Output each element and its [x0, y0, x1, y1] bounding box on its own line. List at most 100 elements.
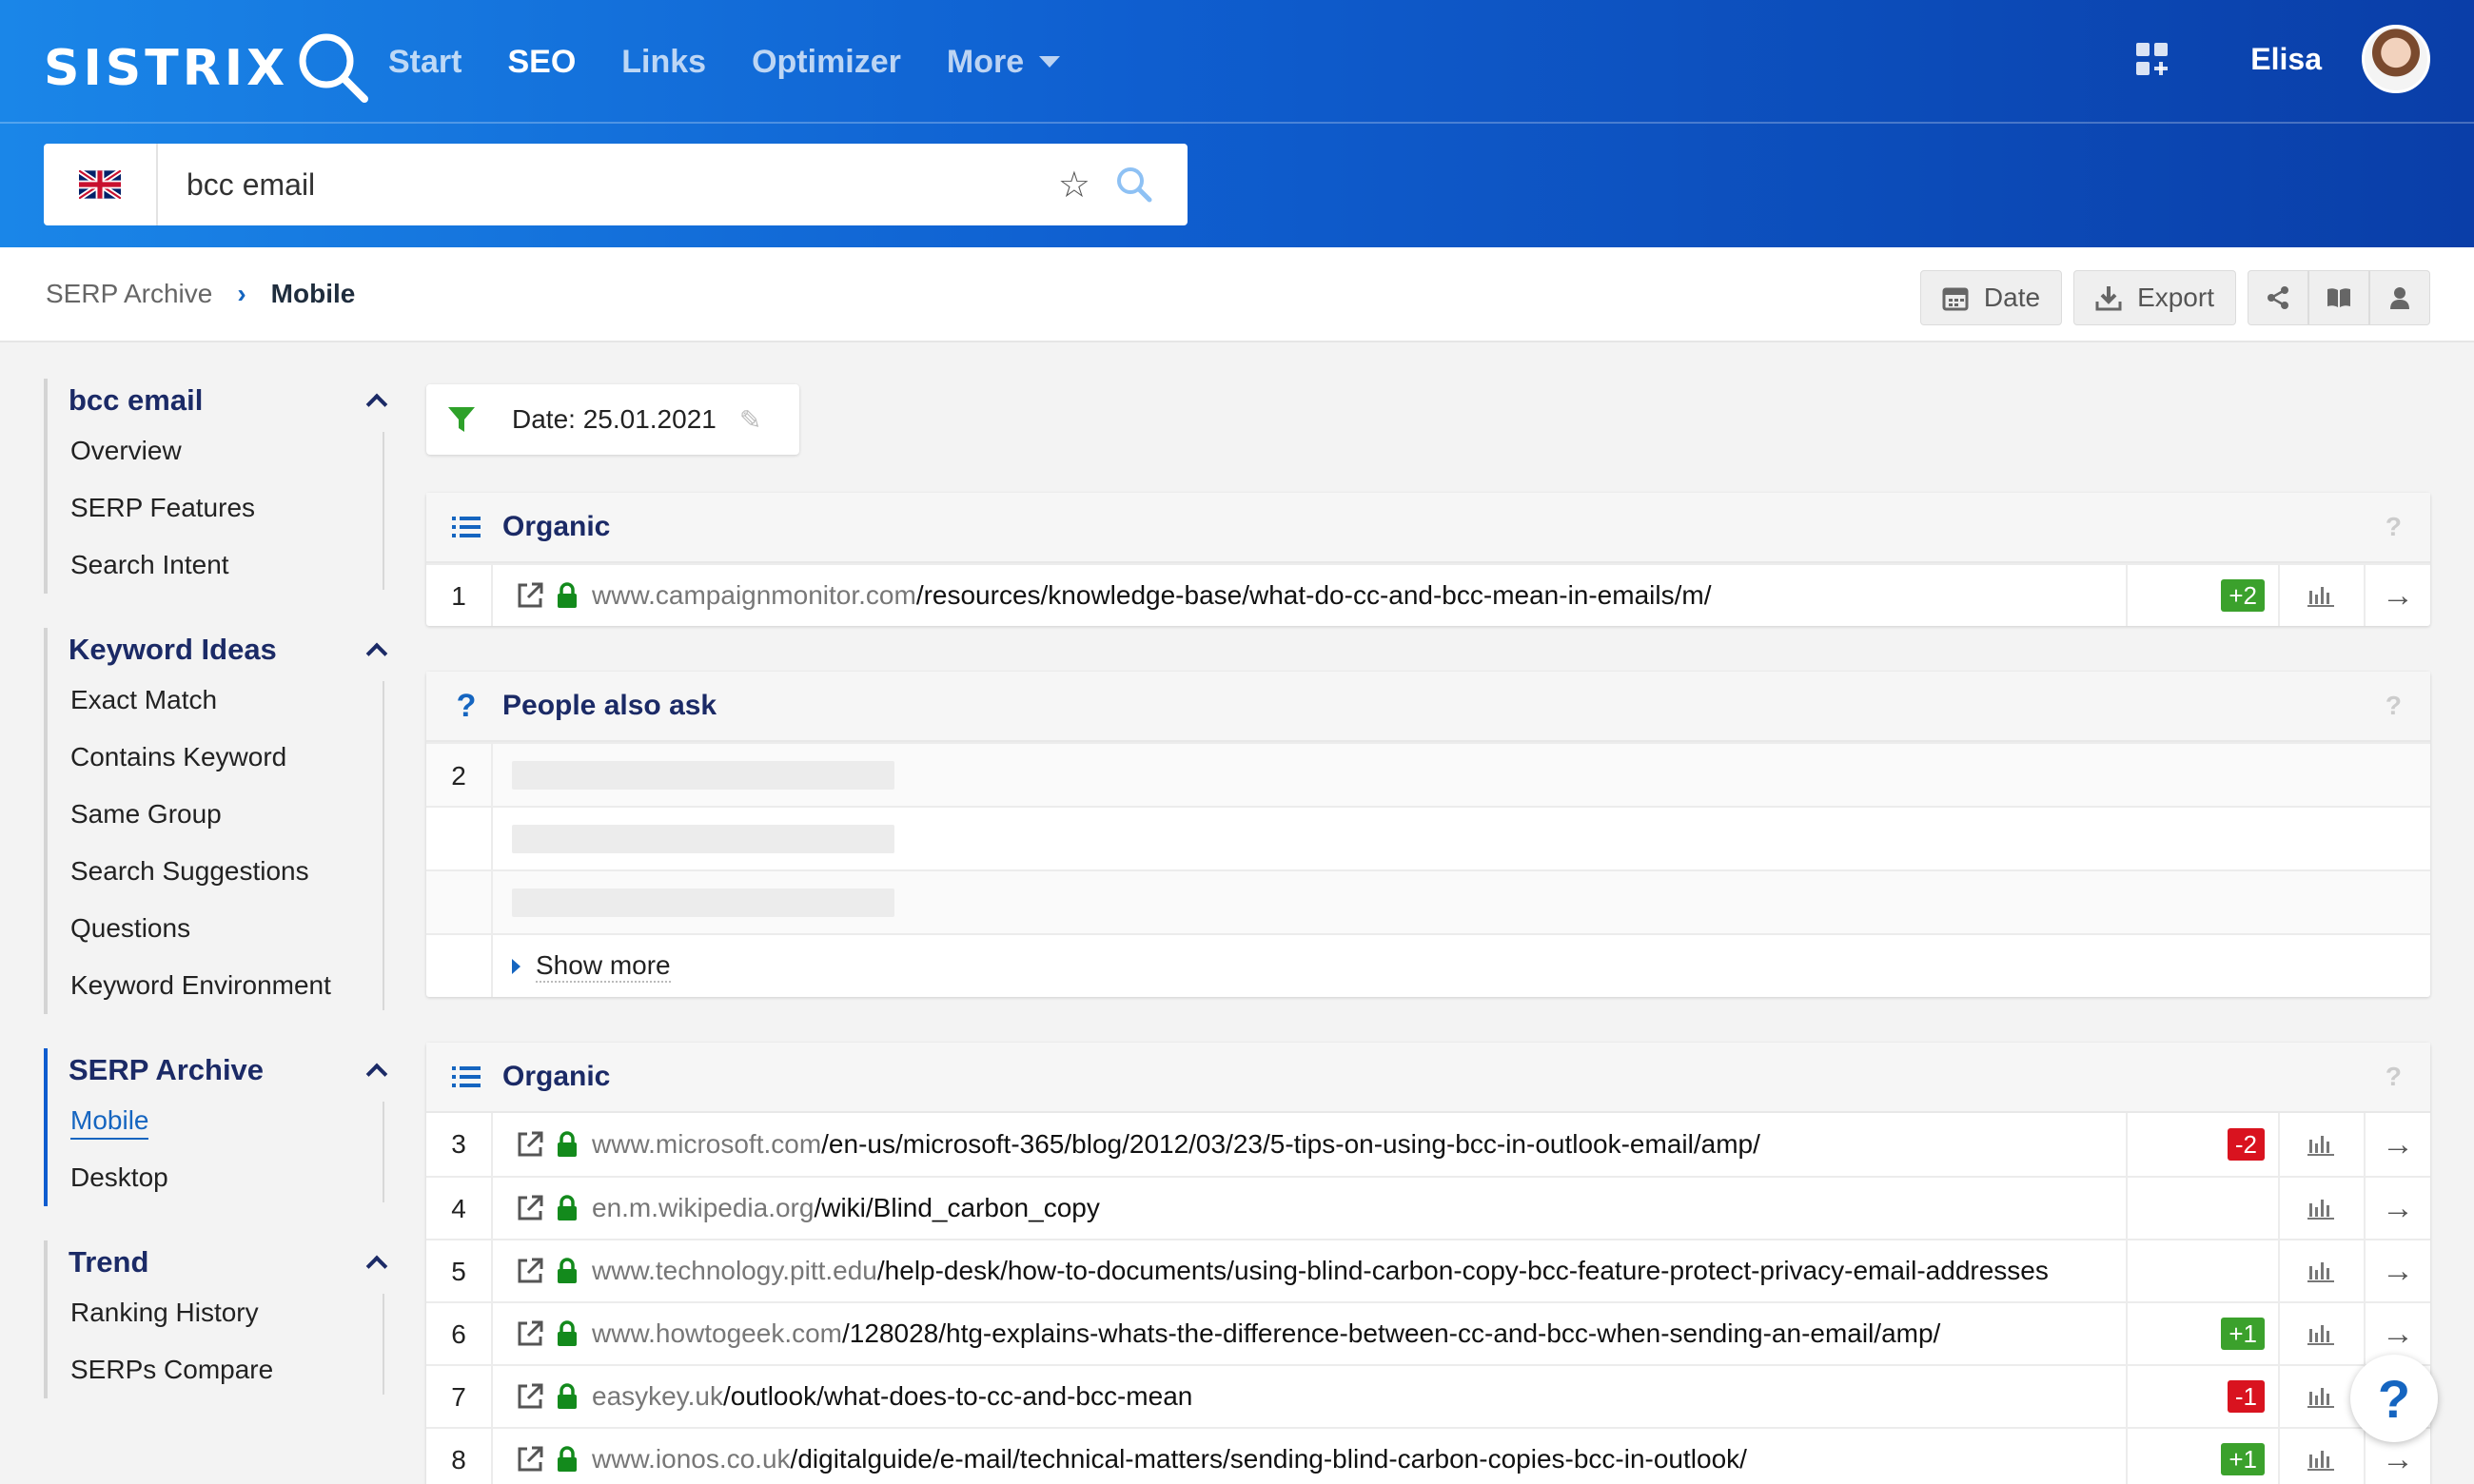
sidebar-group-header[interactable]: SERP Archive	[48, 1048, 392, 1092]
arrow-right-icon[interactable]: →	[2364, 565, 2430, 626]
bar-chart-icon[interactable]	[2278, 1303, 2364, 1364]
result-url[interactable]: en.m.wikipedia.org/wiki/Blind_carbon_cop…	[592, 1193, 1100, 1223]
support-button[interactable]	[2369, 270, 2430, 325]
sidebar-item-search-intent[interactable]: Search Intent	[48, 537, 392, 594]
nav-seo[interactable]: SEO	[507, 38, 576, 86]
sidebar-item-serp-features[interactable]: SERP Features	[48, 479, 392, 537]
panel-title: Organic	[502, 1061, 611, 1092]
docs-button[interactable]	[2308, 270, 2369, 325]
lock-icon	[556, 1131, 579, 1158]
sidebar-item-serps-compare[interactable]: SERPs Compare	[48, 1341, 392, 1398]
result-path: /resources/knowledge-base/what-do-cc-and…	[915, 580, 1712, 610]
arrow-right-icon[interactable]: →	[2364, 1178, 2430, 1239]
paa-question[interactable]: 2	[426, 742, 2430, 806]
export-button[interactable]: Export	[2073, 270, 2236, 325]
paa-question[interactable]	[426, 806, 2430, 869]
country-selector[interactable]	[44, 144, 158, 225]
result-url[interactable]: easykey.uk/outlook/what-does-to-cc-and-b…	[592, 1381, 1192, 1412]
panel-title: Organic	[502, 511, 611, 542]
change-cell: -1	[2126, 1366, 2278, 1427]
bar-chart-icon[interactable]	[2278, 1240, 2364, 1301]
arrow-right-icon[interactable]: →	[2364, 1240, 2430, 1301]
sistrix-logo[interactable]: SISTRIX	[44, 27, 374, 110]
result-url[interactable]: www.ionos.co.uk/digitalguide/e-mail/tech…	[592, 1444, 1747, 1474]
sidebar-item-exact-match[interactable]: Exact Match	[48, 672, 392, 729]
external-link-icon[interactable]	[516, 1130, 544, 1159]
search-icon[interactable]	[1115, 166, 1153, 204]
sidebar-group-header[interactable]: Trend	[48, 1240, 392, 1284]
share-button[interactable]	[2248, 270, 2308, 325]
help-icon[interactable]: ?	[2386, 691, 2402, 721]
show-more-button[interactable]: Show more	[512, 950, 671, 983]
panel-header: ? People also ask ?	[426, 672, 2430, 742]
date-filter-label: Date: 25.01.2021	[512, 404, 717, 434]
external-link-icon[interactable]	[516, 1382, 544, 1411]
organic-panel-2: Organic ? 3 www.microsoft.com/en-us/micro…	[426, 1043, 2430, 1484]
table-row: 6 www.howtogeek.com/128028/htg-explains-w…	[426, 1301, 2430, 1364]
result-url[interactable]: www.campaignmonitor.com/resources/knowle…	[592, 580, 1711, 611]
paa-question[interactable]	[426, 869, 2430, 933]
arrow-right-icon[interactable]: →	[2364, 1113, 2430, 1176]
result-host: www.microsoft.com	[592, 1129, 822, 1159]
sidebar-item-ranking-history[interactable]: Ranking History	[48, 1284, 392, 1341]
result-host: www.howtogeek.com	[592, 1318, 843, 1348]
sidebar-item-contains-keyword[interactable]: Contains Keyword	[48, 729, 392, 786]
nav-start[interactable]: Start	[388, 38, 461, 86]
sidebar-item-same-group[interactable]: Same Group	[48, 786, 392, 843]
user-name[interactable]: Elisa	[2250, 42, 2322, 77]
nav-links[interactable]: Links	[621, 38, 706, 86]
sidebar-item-desktop[interactable]: Desktop	[48, 1149, 392, 1206]
result-url[interactable]: www.microsoft.com/en-us/microsoft-365/bl…	[592, 1129, 1760, 1160]
position: 1	[426, 565, 493, 626]
sidebar-item-keyword-environment[interactable]: Keyword Environment	[48, 957, 392, 1014]
date-button[interactable]: Date	[1919, 270, 2063, 325]
lock-icon	[556, 1195, 579, 1221]
apps-grid-icon[interactable]	[2136, 43, 2169, 75]
sidebar-group-title: Keyword Ideas	[69, 633, 277, 666]
external-link-icon[interactable]	[516, 1319, 544, 1348]
sidebar-item-questions[interactable]: Questions	[48, 900, 392, 957]
help-icon[interactable]: ?	[2386, 1062, 2402, 1092]
sidebar-group-header[interactable]: bcc email	[48, 379, 392, 422]
breadcrumb-current: Mobile	[270, 279, 356, 308]
external-link-icon[interactable]	[516, 1445, 544, 1474]
organic-panel-1: Organic ? 1 www.campaignmonitor.com/reso…	[426, 493, 2430, 626]
breadcrumb-parent[interactable]: SERP Archive	[46, 279, 212, 309]
position-blank	[426, 808, 493, 869]
external-link-icon[interactable]	[516, 581, 544, 610]
list-icon	[440, 515, 493, 539]
nav-optimizer[interactable]: Optimizer	[752, 38, 901, 86]
star-icon[interactable]: ☆	[1058, 164, 1090, 206]
help-icon[interactable]: ?	[2386, 512, 2402, 542]
bar-chart-icon[interactable]	[2278, 1429, 2364, 1484]
nav-more[interactable]: More	[947, 38, 1061, 86]
chevron-right-icon: ›	[237, 279, 246, 308]
result-host: www.ionos.co.uk	[592, 1444, 791, 1474]
external-link-icon[interactable]	[516, 1257, 544, 1285]
help-chat-button[interactable]: ?	[2350, 1355, 2438, 1442]
rank-change-badge: +2	[2221, 579, 2265, 612]
result-url[interactable]: www.howtogeek.com/128028/htg-explains-wh…	[592, 1318, 1940, 1349]
sidebar-item-overview[interactable]: Overview	[48, 422, 392, 479]
show-more-label: Show more	[536, 950, 671, 983]
bar-chart-icon[interactable]	[2278, 565, 2364, 626]
bar-chart-icon[interactable]	[2278, 1113, 2364, 1176]
chevron-up-icon	[365, 1255, 388, 1278]
external-link-icon[interactable]	[516, 1194, 544, 1222]
bar-chart-icon[interactable]	[2278, 1178, 2364, 1239]
lock-icon	[556, 1320, 579, 1347]
filter-icon	[448, 407, 475, 432]
chevron-up-icon	[365, 1063, 388, 1085]
search-input[interactable]	[158, 156, 1058, 213]
sidebar-item-search-suggestions[interactable]: Search Suggestions	[48, 843, 392, 900]
header-divider	[0, 122, 2474, 124]
rank-change-badge: +1	[2221, 1318, 2265, 1350]
date-filter[interactable]: Date: 25.01.2021 ✎	[426, 384, 799, 455]
sidebar-item-mobile[interactable]: Mobile	[48, 1092, 392, 1149]
result-url[interactable]: www.technology.pitt.edu/help-desk/how-to…	[592, 1256, 2049, 1286]
people-also-ask-panel: ? People also ask ? 2 Show more	[426, 672, 2430, 997]
pencil-icon[interactable]: ✎	[739, 404, 761, 436]
sidebar-group-title: SERP Archive	[69, 1053, 265, 1086]
sidebar-group-header[interactable]: Keyword Ideas	[48, 628, 392, 672]
avatar[interactable]	[2362, 25, 2430, 93]
